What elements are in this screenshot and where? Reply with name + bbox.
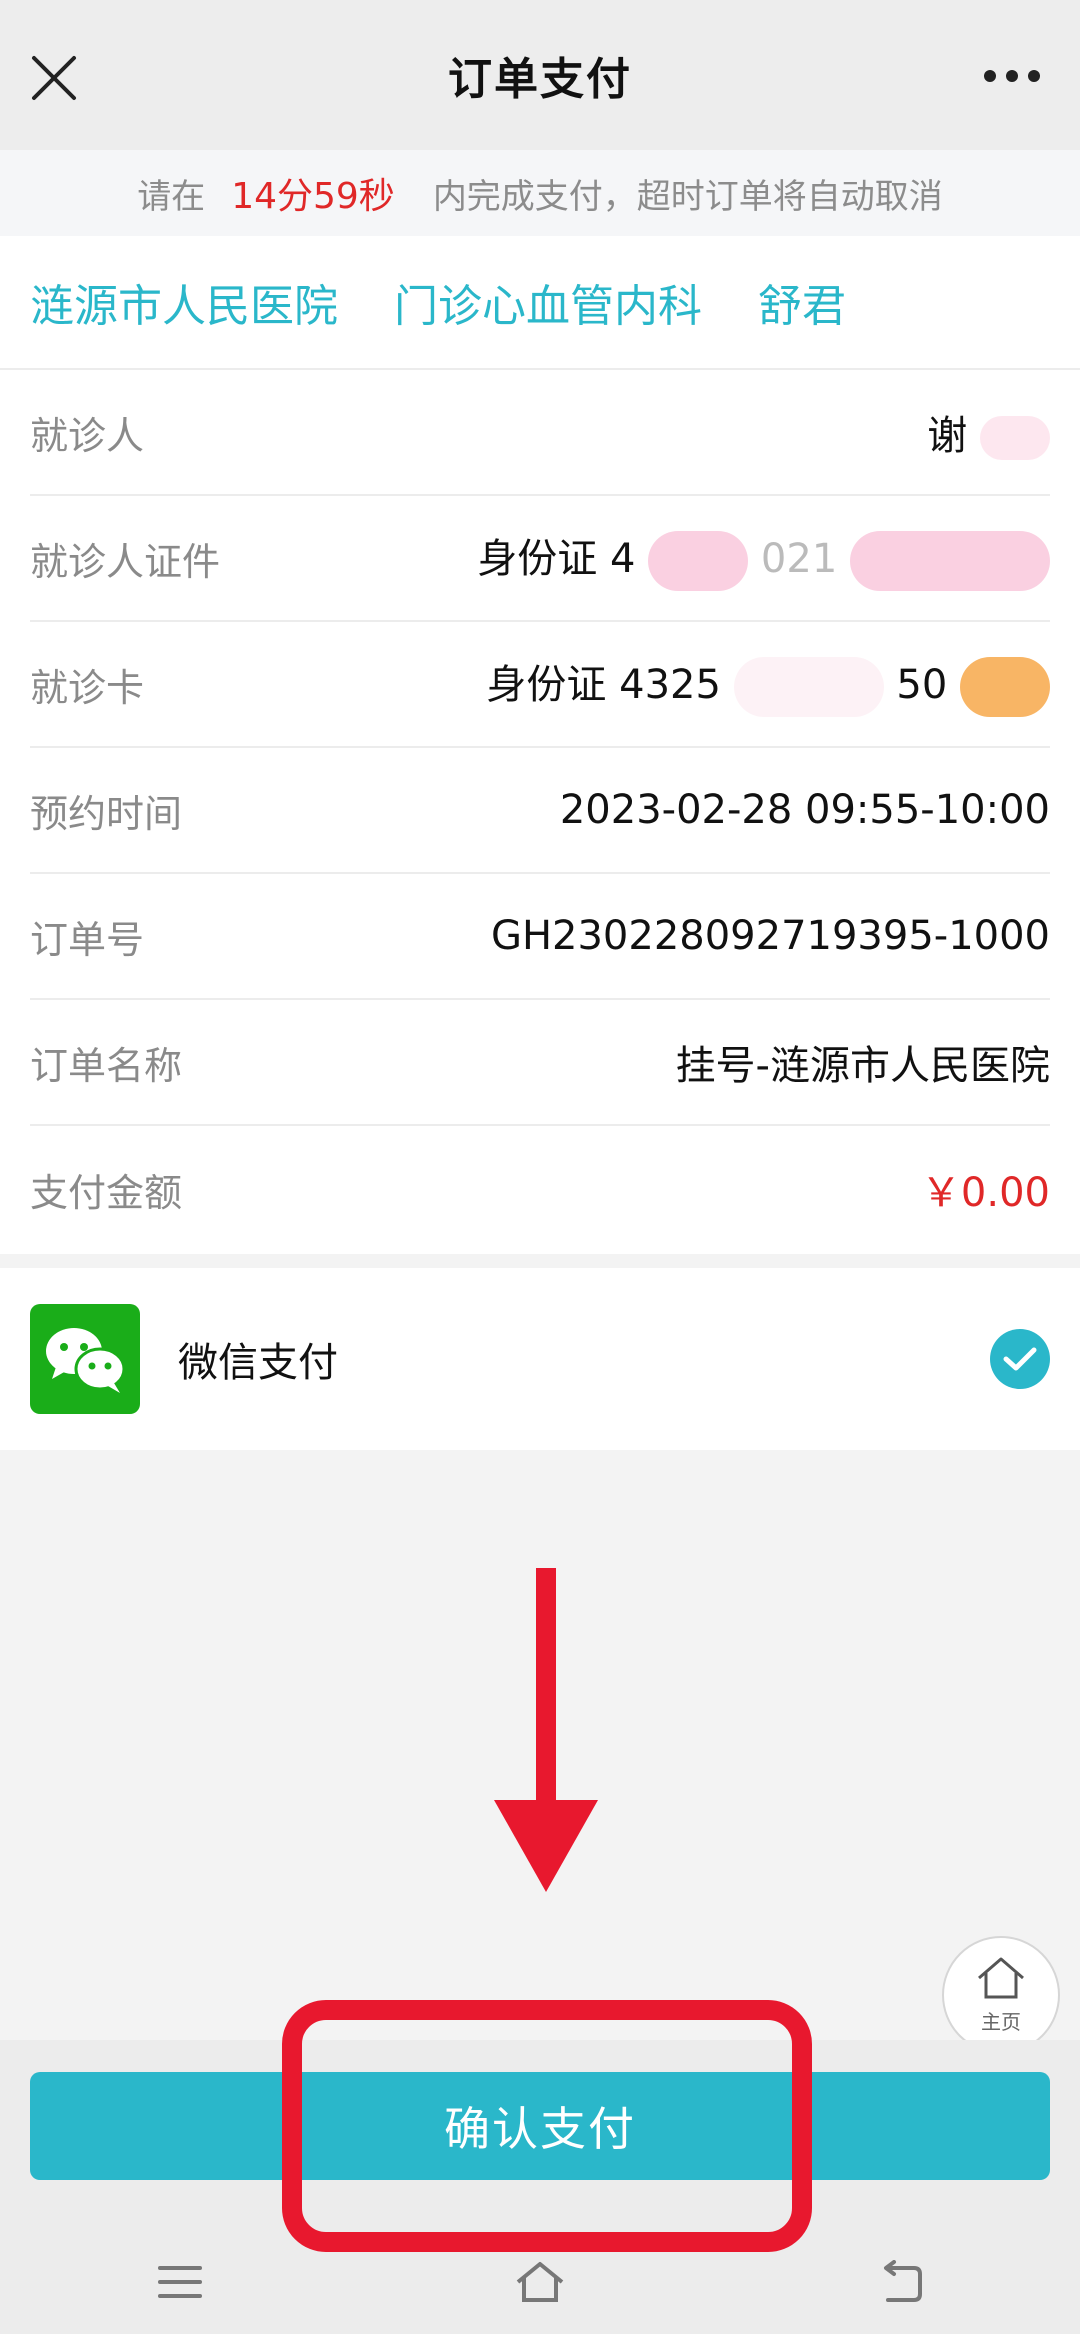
detail-rows: 就诊人 谢 就诊人证件 身份证 4 021 就诊卡 身份证 4325 50 预约… <box>0 370 1080 1252</box>
payment-method-label: 微信支付 <box>178 1340 338 1386</box>
carrot-sticker <box>960 656 1050 717</box>
id-number-visible: 身份证 4 <box>477 535 636 582</box>
home-floating-button[interactable]: 主页 <box>942 1936 1060 2054</box>
id-number-tail: 021 <box>760 535 838 582</box>
countdown-notice: 请在 14分59秒 内完成支付，超时订单将自动取消 <box>0 150 1080 236</box>
order-info-card: 涟源市人民医院 门诊心血管内科 舒君 就诊人 谢 就诊人证件 身份证 4 021 <box>0 236 1080 1254</box>
detail-row-id: 就诊人证件 身份证 4 021 <box>30 496 1050 622</box>
wechat-icon <box>30 1304 140 1414</box>
detail-row-time: 预约时间 2023-02-28 09:55-10:00 <box>30 748 1050 874</box>
hospital-name: 涟源市人民医院 <box>30 281 338 332</box>
detail-row-amount: 支付金额 ￥0.00 <box>30 1126 1050 1252</box>
payment-method-wechat[interactable]: 微信支付 <box>0 1268 1080 1450</box>
hospital-line: 涟源市人民医院 门诊心血管内科 舒君 <box>0 236 1080 370</box>
detail-row-patient: 就诊人 谢 <box>30 370 1050 496</box>
detail-row-order-name: 订单名称 挂号-涟源市人民医院 <box>30 1000 1050 1126</box>
detail-value: 身份证 4 021 <box>477 526 1050 591</box>
countdown-time: 14分59秒 <box>231 176 395 217</box>
order-number: GH230228092719395-1000 <box>490 913 1050 959</box>
payment-amount: ￥0.00 <box>920 1170 1050 1216</box>
detail-label: 支付金额 <box>30 1170 183 1215</box>
page: 订单支付 请在 14分59秒 内完成支付，超时订单将自动取消 涟源市人民医院 门… <box>0 0 1080 2334</box>
annotation-arrow-head <box>494 1800 598 1892</box>
top-navbar: 订单支付 <box>0 0 1080 150</box>
close-icon[interactable] <box>28 52 80 104</box>
back-icon[interactable] <box>870 2252 930 2312</box>
detail-label: 预约时间 <box>30 791 183 836</box>
detail-label: 订单名称 <box>30 1043 183 1088</box>
notice-prefix: 请在 <box>137 176 206 217</box>
appointment-time: 2023-02-28 09:55-10:00 <box>559 787 1050 833</box>
detail-row-order-no: 订单号 GH230228092719395-1000 <box>30 874 1050 1000</box>
patient-name: 谢 <box>927 413 968 459</box>
privacy-sticker <box>980 416 1050 460</box>
more-icon[interactable] <box>984 70 1040 84</box>
detail-label: 就诊人证件 <box>30 539 221 584</box>
department-name: 门诊心血管内科 <box>394 281 702 332</box>
detail-label: 就诊卡 <box>30 665 145 710</box>
privacy-sticker <box>733 656 884 717</box>
detail-value: 身份证 4325 50 <box>486 652 1050 717</box>
detail-label: 订单号 <box>30 917 145 962</box>
card-number-tail: 50 <box>896 661 948 708</box>
annotation-arrow-shaft <box>536 1568 556 1812</box>
detail-label: 就诊人 <box>30 413 145 458</box>
annotation-highlight-box <box>282 2000 812 2252</box>
privacy-blur <box>850 530 1050 591</box>
home-nav-icon[interactable] <box>510 2252 570 2312</box>
detail-value: 谢 <box>927 403 1050 461</box>
privacy-blur <box>648 530 749 591</box>
page-title: 订单支付 <box>448 54 632 105</box>
notice-suffix: 内完成支付，超时订单将自动取消 <box>432 176 943 217</box>
detail-row-card: 就诊卡 身份证 4325 50 <box>30 622 1050 748</box>
card-number-visible: 身份证 4325 <box>486 661 721 708</box>
home-label: 主页 <box>981 2009 1021 2034</box>
system-nav-bar <box>0 2230 1080 2334</box>
check-icon[interactable] <box>990 1329 1050 1389</box>
doctor-name: 舒君 <box>758 281 846 332</box>
order-name: 挂号-涟源市人民医院 <box>675 1043 1050 1089</box>
home-icon <box>975 1956 1027 2004</box>
menu-icon[interactable] <box>150 2252 210 2312</box>
